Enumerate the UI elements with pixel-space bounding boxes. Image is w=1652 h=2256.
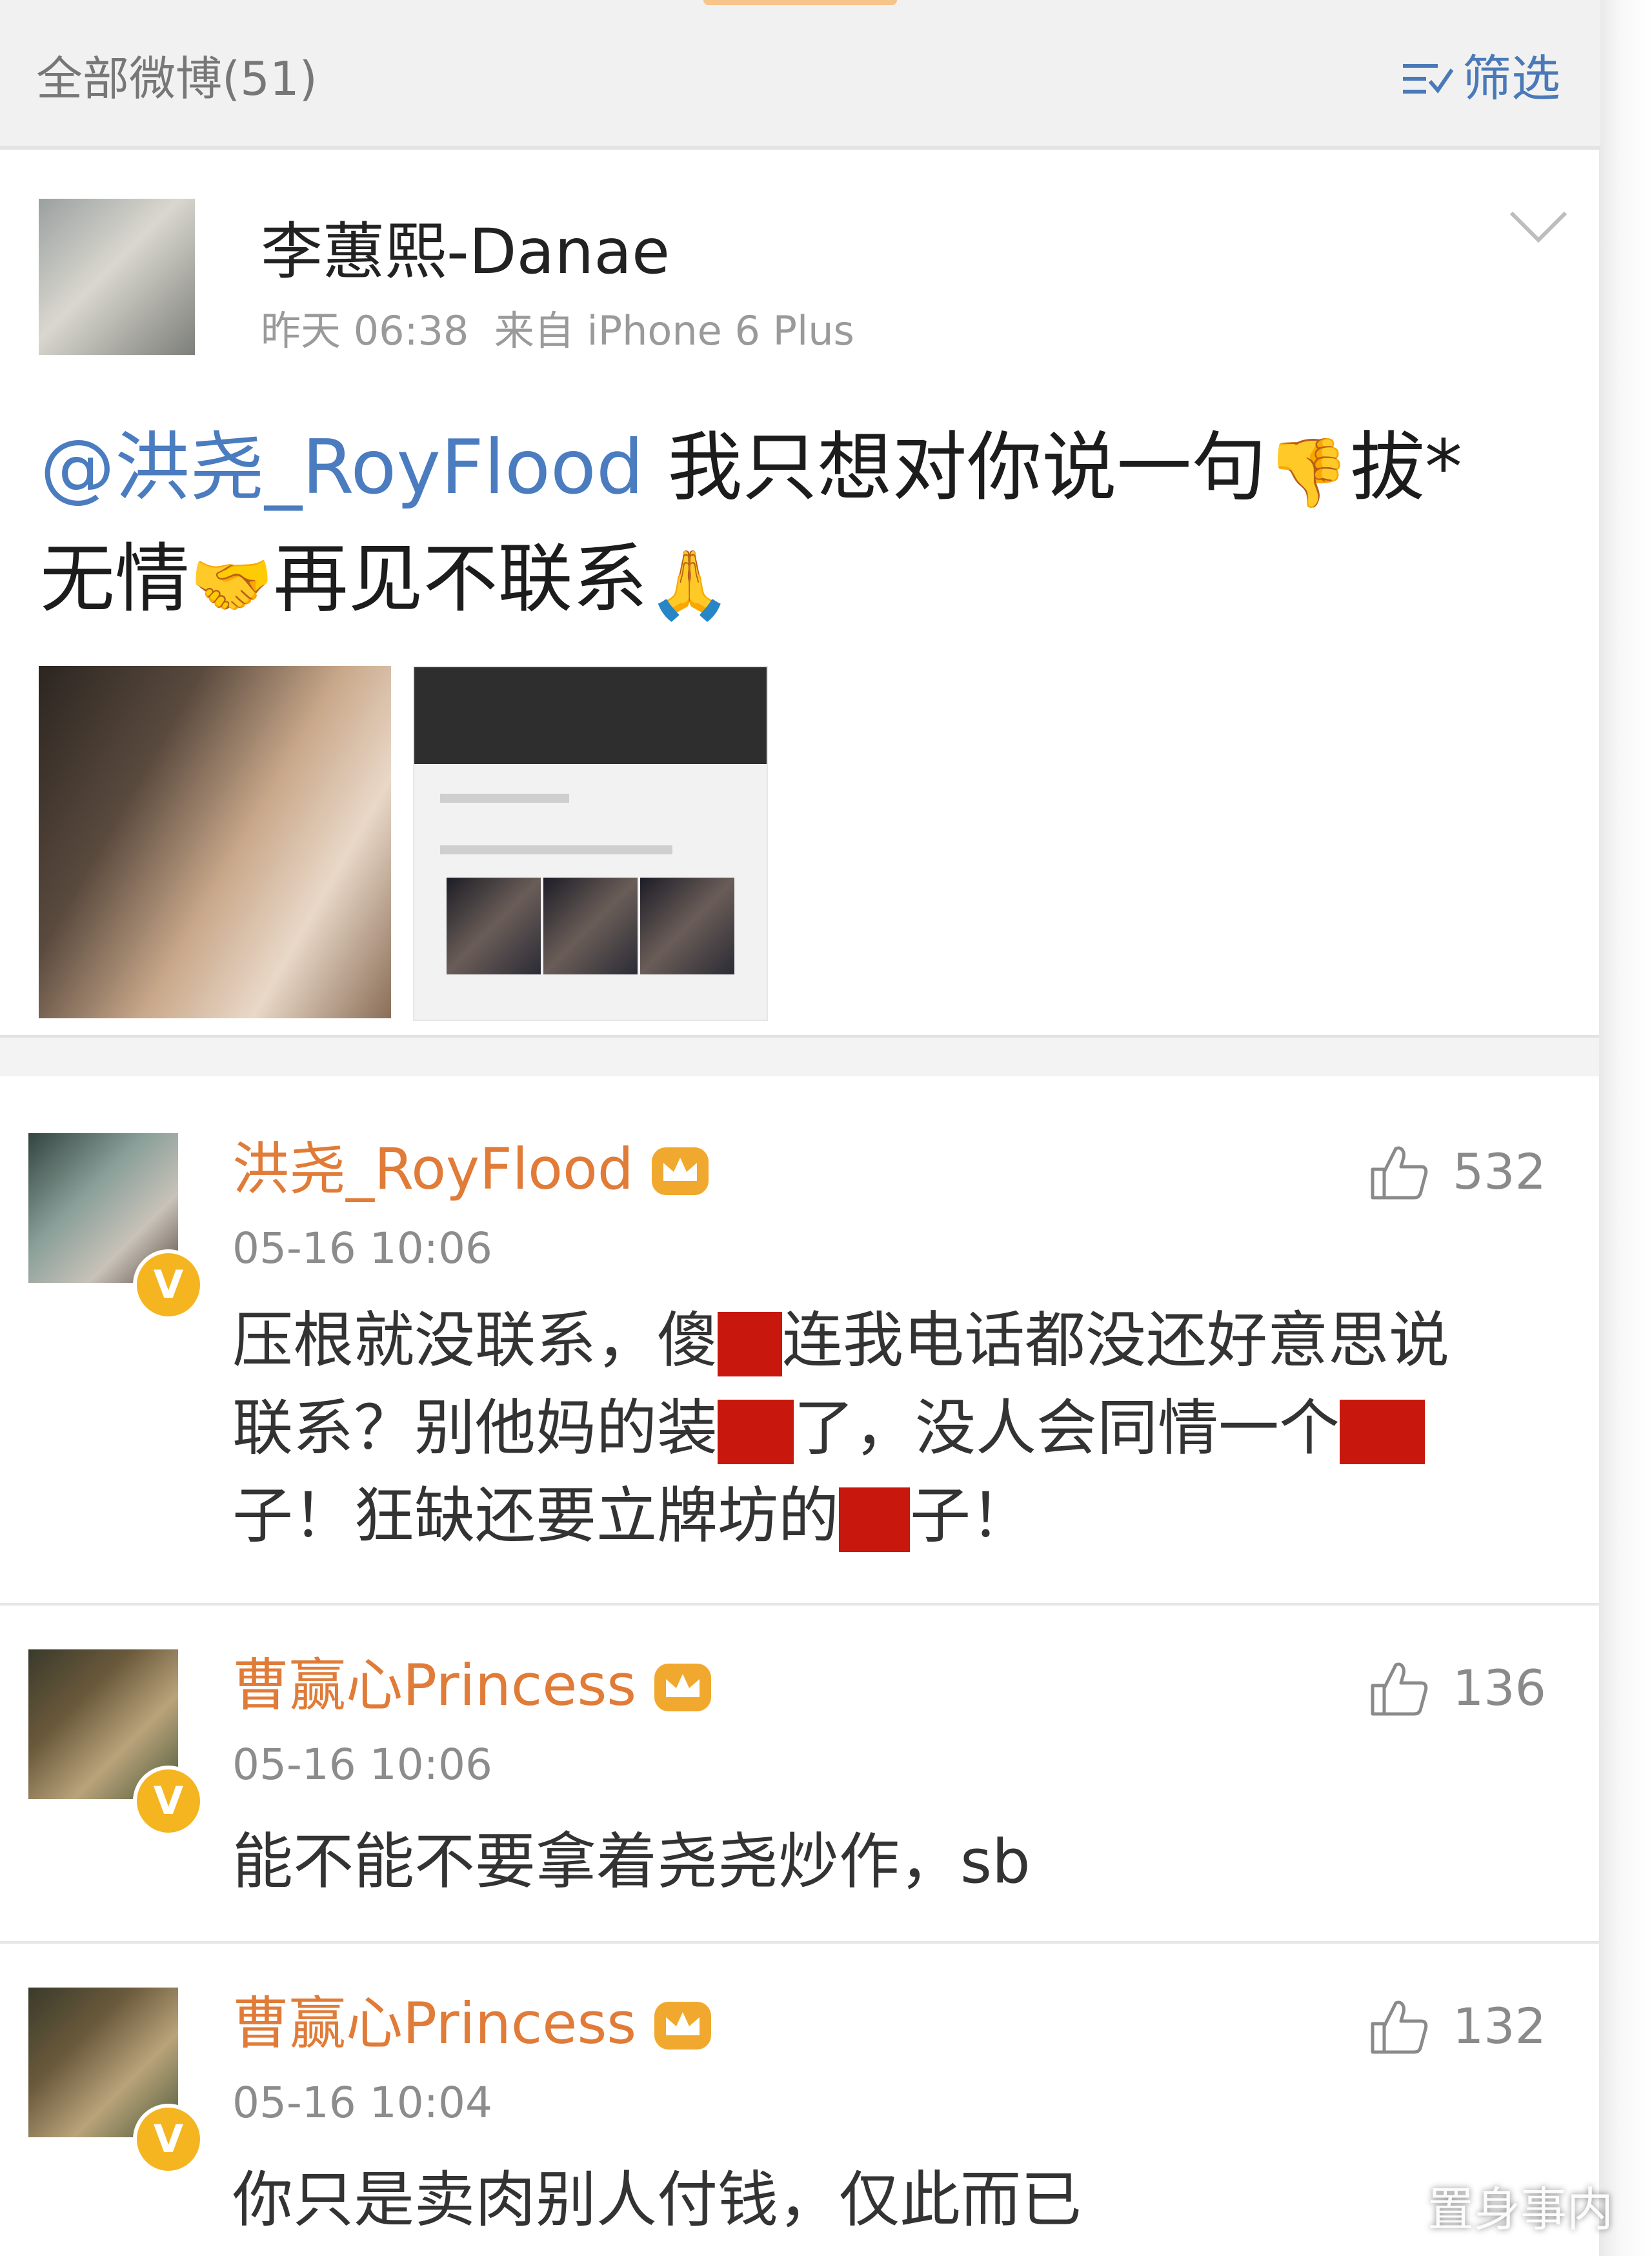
- filter-bar: 全部微博(51) 筛选: [0, 0, 1600, 150]
- post-text-part3: 无情: [40, 536, 190, 623]
- section-separator: [0, 1035, 1599, 1079]
- post-photo-2[interactable]: [413, 666, 768, 1021]
- comment-text-segment: 压根就没联系，傻: [232, 1305, 718, 1376]
- thumbs-up-icon: [1371, 1146, 1428, 1200]
- commenter-name[interactable]: 洪尧_RoyFlood: [232, 1141, 634, 1198]
- comment-time: 05-16 10:04: [232, 2078, 492, 2128]
- redaction-block: [718, 1400, 794, 1465]
- like-count: 136: [1452, 1659, 1546, 1717]
- redaction-block: [1340, 1400, 1425, 1465]
- author-name[interactable]: 李蕙熙-Danae: [261, 221, 670, 283]
- post-text: @洪尧_RoyFlood 我只想对你说一句👎拔* 无情🤝再见不联系🙏: [40, 414, 1524, 638]
- like-count: 532: [1452, 1143, 1546, 1200]
- crown-badge-icon: [651, 1147, 709, 1195]
- comment-text-segment: 连我电话都没还好意思说: [782, 1305, 1450, 1376]
- watermark: 置身事内: [1427, 2182, 1613, 2237]
- redaction-block: [839, 1487, 911, 1553]
- pray-emoji-icon: 🙏: [647, 545, 732, 624]
- comment-text-segment: 了，没人会同情一个: [794, 1393, 1340, 1464]
- like-button[interactable]: 136: [1367, 1657, 1546, 1719]
- comment-text: 你只是卖肉别人付钱，仅此而已: [232, 2165, 1082, 2235]
- handshake-emoji-icon: 🤝: [190, 545, 274, 624]
- all-posts-title: 全部微博(51): [36, 52, 317, 106]
- comment-item: V 曹赢心Princess 05-16 10:04 132 你只是卖肉别人付钱，…: [0, 1944, 1599, 2256]
- comment-time: 05-16 10:06: [232, 1740, 492, 1789]
- right-edge-shadow: [1599, 0, 1652, 2256]
- thumbs-up-icon: [1371, 1662, 1428, 1716]
- thumbs-down-emoji-icon: 👎: [1266, 433, 1350, 512]
- comment-text: 能不能不要拿着尧尧炒作，sb: [232, 1827, 1031, 1897]
- commenter-name-row: 曹赢心Princess: [232, 1657, 714, 1714]
- like-count: 132: [1452, 1997, 1546, 2055]
- crown-badge-icon: [654, 2002, 712, 2050]
- commenter-name-row: 洪尧_RoyFlood: [232, 1141, 711, 1198]
- screenshot-thumb: [543, 878, 638, 974]
- post-text-part1: 我只想对你说一句: [643, 424, 1267, 511]
- filter-button[interactable]: 筛选: [1400, 54, 1560, 103]
- weibo-post: 李蕙熙-Danae 昨天 06:38 来自 iPhone 6 Plus @洪尧_…: [0, 150, 1599, 1035]
- post-photo-1[interactable]: [39, 666, 391, 1018]
- screenshot-text-line: [440, 845, 672, 854]
- chevron-down-icon[interactable]: [1507, 208, 1569, 247]
- author-avatar[interactable]: [39, 199, 195, 355]
- verified-badge-icon: V: [133, 1766, 204, 1837]
- screenshot-thumb: [447, 878, 541, 974]
- comment-text-segment: 子！狂缺还要立牌坊的: [232, 1481, 840, 1551]
- comment-item: V 曹赢心Princess 05-16 10:06 136 能不能不要拿着尧尧炒…: [0, 1606, 1599, 1944]
- comment-text-segment: 联系？别他妈的装: [232, 1393, 718, 1464]
- crown-badge-icon: [654, 1664, 712, 1711]
- verified-badge-icon: V: [133, 2104, 204, 2175]
- redaction-block: [718, 1312, 783, 1377]
- screenshot-text-line: [440, 794, 569, 803]
- thumbs-up-icon: [1371, 2000, 1428, 2054]
- like-button[interactable]: 532: [1367, 1141, 1546, 1203]
- verified-badge-icon: V: [133, 1249, 204, 1320]
- post-text-part2: 拔*: [1349, 424, 1462, 511]
- filter-icon: [1403, 64, 1453, 94]
- commenter-name-row: 曹赢心Princess: [232, 1995, 714, 2052]
- post-meta: 昨天 06:38 来自 iPhone 6 Plus: [261, 307, 854, 354]
- comment-text-segment: 子！: [910, 1481, 1032, 1551]
- screenshot-header-bar: [414, 667, 767, 764]
- comment-text: 压根就没联系，傻 连我电话都没还好意思说 联系？别他妈的装 了，没人会同情一个 子！…: [232, 1297, 1562, 1560]
- like-button[interactable]: 132: [1367, 1995, 1546, 2057]
- commenter-name[interactable]: 曹赢心Princess: [232, 1995, 636, 2052]
- screenshot-thumb: [640, 878, 734, 974]
- commenter-name[interactable]: 曹赢心Princess: [232, 1657, 636, 1714]
- comment-item: V 洪尧_RoyFlood 05-16 10:06 532 压根就没联系，傻 连我…: [0, 1076, 1599, 1606]
- filter-label: 筛选: [1462, 50, 1560, 107]
- top-accent: [703, 0, 897, 5]
- mention-link[interactable]: @洪尧_RoyFlood: [40, 424, 644, 511]
- comment-time: 05-16 10:06: [232, 1224, 492, 1273]
- post-text-part4: 再见不联系: [273, 536, 648, 623]
